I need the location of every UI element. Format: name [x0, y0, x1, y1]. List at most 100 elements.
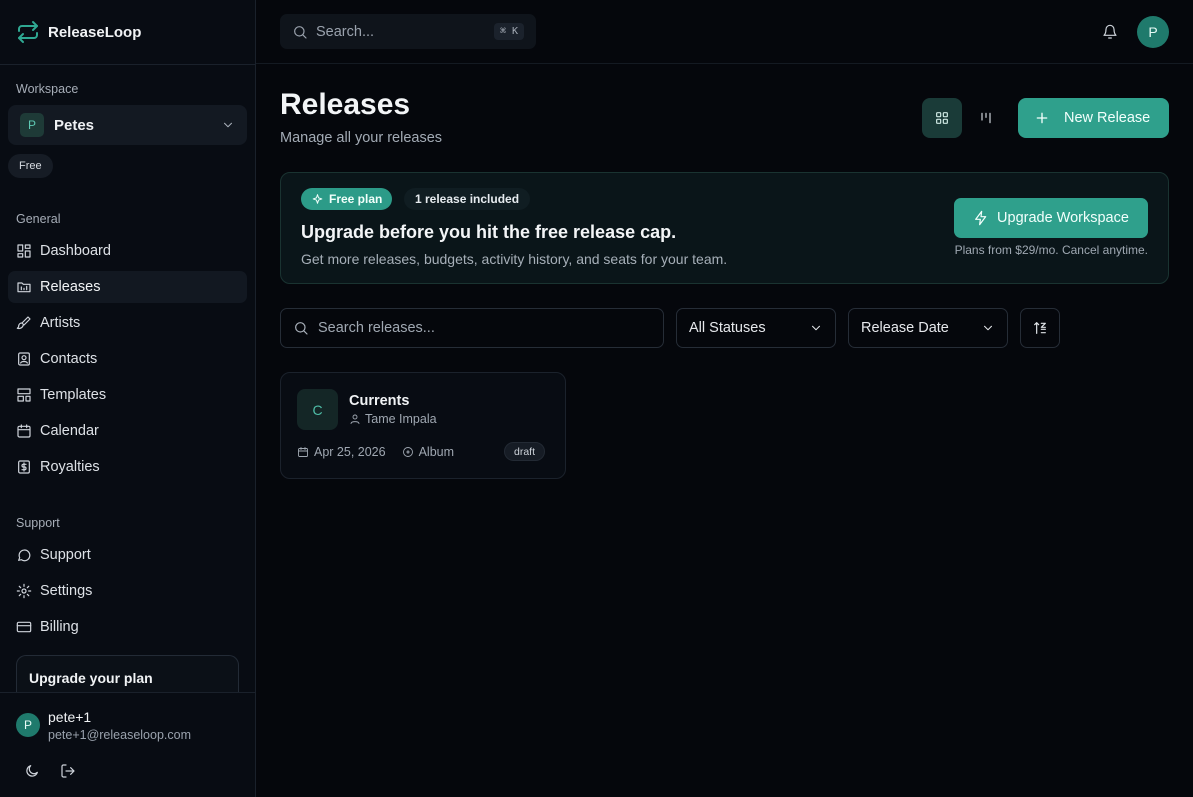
page-title: Releases — [280, 88, 411, 121]
search-icon — [292, 24, 308, 40]
workspace-selector[interactable]: P Petes — [8, 105, 247, 145]
new-release-label: New Release — [1064, 110, 1151, 126]
sidebar-item-templates[interactable]: Templates — [8, 379, 247, 411]
app-name: ReleaseLoop — [48, 23, 142, 41]
user-profile: P pete+1 pete+1@releaseloop.com — [0, 692, 255, 797]
support-section-label: Support — [16, 516, 60, 530]
dollar-icon — [16, 459, 32, 475]
loop-logo-icon — [16, 20, 40, 44]
sidebar-item-support[interactable]: Support — [8, 539, 247, 571]
sidebar-item-royalties[interactable]: Royalties — [8, 451, 247, 483]
sidebar-item-label: Royalties — [40, 459, 100, 475]
release-card[interactable]: C Currents Tame Impala Apr 25, 2026 Albu… — [280, 372, 566, 479]
global-search-placeholder: Search... — [316, 23, 375, 40]
sidebar-item-label: Billing — [40, 619, 79, 635]
global-search[interactable]: Search... ⌘ K — [280, 14, 536, 49]
templates-icon — [16, 387, 32, 403]
brush-icon — [16, 315, 32, 331]
user-avatar[interactable]: P — [16, 713, 40, 737]
sidebar-item-label: Releases — [40, 279, 101, 295]
grid-view-toggle[interactable] — [922, 98, 962, 138]
sort-field-select[interactable]: Release Date — [848, 308, 1008, 348]
release-artist-name: Tame Impala — [365, 412, 437, 426]
sidebar-item-billing[interactable]: Billing — [8, 611, 247, 643]
release-meta: Apr 25, 2026 Album — [297, 445, 454, 459]
support-nav: Support Settings Billing — [8, 539, 247, 647]
dashboard-icon — [16, 243, 32, 259]
free-plan-badge: Free plan — [301, 188, 393, 210]
general-nav: Dashboard Releases Artists Contacts Temp… — [8, 235, 247, 487]
sidebar-item-label: Dashboard — [40, 243, 111, 259]
chevron-down-icon — [221, 118, 235, 132]
sidebar-item-calendar[interactable]: Calendar — [8, 415, 247, 447]
contacts-icon — [16, 351, 32, 367]
search-icon — [293, 320, 309, 336]
page-subtitle: Manage all your releases — [280, 130, 443, 146]
sidebar-item-settings[interactable]: Settings — [8, 575, 247, 607]
upgrade-workspace-button[interactable]: Upgrade Workspace — [954, 198, 1148, 238]
new-release-button[interactable]: New Release — [1018, 98, 1169, 138]
sidebar-item-label: Calendar — [40, 423, 99, 439]
release-search-input[interactable]: Search releases... — [280, 308, 664, 348]
sidebar-item-label: Contacts — [40, 351, 98, 367]
release-cover: C — [297, 389, 338, 430]
sidebar: ReleaseLoop Workspace P Petes Free Gener… — [0, 0, 256, 797]
account-avatar[interactable]: P — [1137, 16, 1169, 48]
topbar: Search... ⌘ K P — [256, 0, 1193, 64]
release-date: Apr 25, 2026 — [314, 445, 386, 459]
user-actions — [24, 763, 76, 779]
credit-card-icon — [16, 619, 32, 635]
releases-icon — [16, 279, 32, 295]
banner-title: Upgrade before you hit the free release … — [301, 222, 677, 242]
kanban-icon — [978, 110, 994, 126]
sidebar-item-dashboard[interactable]: Dashboard — [8, 235, 247, 267]
free-plan-label: Free plan — [329, 192, 383, 206]
upgrade-banner: Free plan 1 release included Upgrade bef… — [280, 172, 1169, 284]
moon-icon[interactable] — [24, 763, 40, 779]
pricing-note: Plans from $29/mo. Cancel anytime. — [954, 243, 1148, 257]
upgrade-plan-title: Upgrade your plan — [29, 670, 153, 686]
sort-icon — [1032, 320, 1048, 336]
logout-icon[interactable] — [60, 763, 76, 779]
workspace-name: Petes — [54, 116, 95, 134]
sidebar-item-label: Settings — [40, 583, 93, 599]
calendar-icon — [16, 423, 32, 439]
plus-icon — [1034, 110, 1050, 126]
status-filter-value: All Statuses — [689, 320, 766, 336]
board-view-toggle[interactable] — [966, 98, 1006, 138]
sidebar-item-releases[interactable]: Releases — [8, 271, 247, 303]
chat-icon — [16, 547, 32, 563]
release-type: Album — [418, 445, 455, 459]
sidebar-item-contacts[interactable]: Contacts — [8, 343, 247, 375]
release-search-placeholder: Search releases... — [318, 320, 435, 336]
chevron-down-icon — [809, 321, 823, 335]
user-email: pete+1@releaseloop.com — [48, 728, 191, 742]
sidebar-item-label: Templates — [40, 387, 107, 403]
workspace-label: Workspace — [16, 82, 79, 96]
workspace-avatar: P — [20, 113, 44, 137]
sidebar-item-artists[interactable]: Artists — [8, 307, 247, 339]
calendar-icon — [297, 446, 309, 458]
general-section-label: General — [16, 212, 61, 226]
brand[interactable]: ReleaseLoop — [0, 0, 255, 65]
gear-icon — [16, 583, 32, 599]
sparkles-icon — [311, 193, 324, 206]
status-filter-select[interactable]: All Statuses — [676, 308, 836, 348]
release-artist: Tame Impala — [349, 412, 437, 426]
lightning-icon — [973, 210, 989, 226]
release-title: Currents — [349, 393, 410, 409]
bell-icon[interactable] — [1102, 24, 1118, 40]
sidebar-item-label: Support — [40, 547, 91, 563]
release-quota-badge: 1 release included — [404, 188, 531, 210]
sidebar-item-label: Artists — [40, 315, 81, 331]
sort-direction-button[interactable] — [1020, 308, 1060, 348]
disc-icon — [402, 446, 414, 458]
status-badge: draft — [504, 442, 546, 461]
banner-description: Get more releases, budgets, activity his… — [301, 251, 728, 267]
user-icon — [349, 413, 361, 425]
grid-icon — [934, 110, 950, 126]
sort-field-value: Release Date — [861, 320, 949, 336]
shortcut-hint: ⌘ K — [493, 23, 524, 40]
upgrade-workspace-label: Upgrade Workspace — [997, 210, 1129, 226]
chevron-down-icon — [981, 321, 995, 335]
